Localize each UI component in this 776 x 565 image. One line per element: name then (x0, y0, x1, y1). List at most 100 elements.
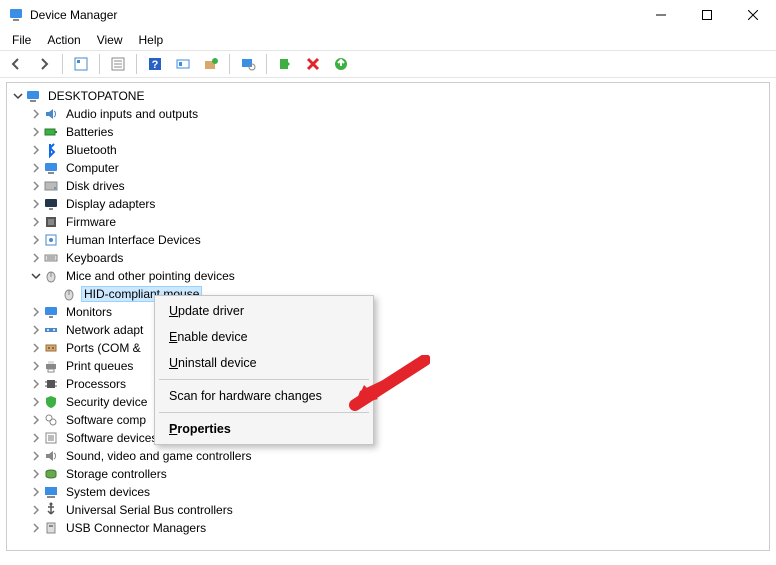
tree-item-label: Computer (63, 160, 122, 176)
properties-icon[interactable] (106, 52, 130, 76)
chevron-right-icon[interactable] (29, 215, 43, 229)
context-menu-item[interactable]: Enable device (155, 324, 373, 350)
chevron-right-icon[interactable] (29, 161, 43, 175)
chevron-right-icon[interactable] (29, 125, 43, 139)
tree-item-label: Batteries (63, 124, 116, 140)
tree-category[interactable]: Sound, video and game controllers (11, 447, 769, 465)
chevron-right-icon[interactable] (29, 449, 43, 463)
tree-category[interactable]: Keyboards (11, 249, 769, 267)
tree-category[interactable]: Computer (11, 159, 769, 177)
tree-item-label: Storage controllers (63, 466, 170, 482)
cpu-icon (43, 376, 59, 392)
chevron-right-icon[interactable] (29, 107, 43, 121)
scan-hardware-icon[interactable] (236, 52, 260, 76)
tree-item-label: Disk drives (63, 178, 128, 194)
firmware-icon (43, 214, 59, 230)
show-hide-tree-icon[interactable] (69, 52, 93, 76)
context-menu-item[interactable]: Update driver (155, 298, 373, 324)
tree-category[interactable]: System devices (11, 483, 769, 501)
menu-action[interactable]: Action (41, 31, 86, 49)
tree-item-label: USB Connector Managers (63, 520, 209, 536)
tree-item-label: Software comp (63, 412, 149, 428)
tree-item-label: Human Interface Devices (63, 232, 204, 248)
tree-item-label: Network adapt (63, 322, 146, 338)
back-icon[interactable] (4, 52, 28, 76)
chevron-right-icon[interactable] (29, 143, 43, 157)
tree-category[interactable]: Mice and other pointing devices (11, 267, 769, 285)
tree-item-label: Processors (63, 376, 129, 392)
soft-comp-icon (43, 412, 59, 428)
system-icon (43, 484, 59, 500)
chevron-right-icon[interactable] (29, 521, 43, 535)
chevron-right-icon[interactable] (29, 413, 43, 427)
port-icon (43, 340, 59, 356)
close-button[interactable] (730, 0, 776, 30)
tree-item-label: Print queues (63, 358, 136, 374)
tree-category[interactable]: Firmware (11, 213, 769, 231)
chevron-right-icon[interactable] (29, 503, 43, 517)
minimize-button[interactable] (638, 0, 684, 30)
app-icon (8, 7, 24, 23)
chevron-right-icon[interactable] (29, 395, 43, 409)
storage-icon (43, 466, 59, 482)
chevron-right-icon[interactable] (29, 197, 43, 211)
menu-view[interactable]: View (91, 31, 129, 49)
toolbar: ? (0, 50, 776, 78)
tree-category[interactable]: Display adapters (11, 195, 769, 213)
menu-help[interactable]: Help (133, 31, 170, 49)
tree-item-label: Mice and other pointing devices (63, 268, 238, 284)
chevron-right-icon[interactable] (29, 485, 43, 499)
chevron-right-icon[interactable] (29, 251, 43, 265)
tree-item-label: DESKTOPATONE (45, 88, 147, 104)
chevron-down-icon[interactable] (29, 269, 43, 283)
update-driver-icon[interactable] (199, 52, 223, 76)
maximize-button[interactable] (684, 0, 730, 30)
tree-category[interactable]: Software devices (11, 429, 769, 447)
status-bar (6, 551, 770, 565)
chevron-right-icon[interactable] (29, 179, 43, 193)
device-tree-panel: DESKTOPATONE Audio inputs and outputs Ba… (6, 82, 770, 551)
tree-category[interactable]: Disk drives (11, 177, 769, 195)
tree-category[interactable]: Storage controllers (11, 465, 769, 483)
menu-file[interactable]: File (6, 31, 37, 49)
tree-category[interactable]: Batteries (11, 123, 769, 141)
disable-icon[interactable] (301, 52, 325, 76)
toolbar-sep (229, 54, 230, 74)
chevron-right-icon[interactable] (29, 341, 43, 355)
disk-icon (43, 178, 59, 194)
chevron-right-icon[interactable] (29, 467, 43, 481)
tree-category[interactable]: Monitors (11, 303, 769, 321)
tree-category[interactable]: USB Connector Managers (11, 519, 769, 537)
tree-category[interactable]: Human Interface Devices (11, 231, 769, 249)
chevron-right-icon[interactable] (29, 323, 43, 337)
mouse-icon (61, 286, 77, 302)
hid-icon (43, 232, 59, 248)
tree-item-label: Firmware (63, 214, 119, 230)
chevron-right-icon[interactable] (29, 359, 43, 373)
help-icon[interactable]: ? (143, 52, 167, 76)
annotation-arrow (340, 355, 430, 428)
tree-device[interactable]: HID-compliant mouse (11, 285, 769, 303)
enable-icon[interactable] (329, 52, 353, 76)
legacy-hardware-icon[interactable] (171, 52, 195, 76)
context-menu-separator (159, 412, 369, 413)
chevron-right-icon[interactable] (29, 377, 43, 391)
chevron-right-icon[interactable] (29, 431, 43, 445)
forward-icon[interactable] (32, 52, 56, 76)
chevron-right-icon[interactable] (29, 233, 43, 247)
tree-category[interactable]: Network adapt (11, 321, 769, 339)
chevron-right-icon[interactable] (29, 305, 43, 319)
svg-text:?: ? (152, 59, 159, 71)
chevron-down-icon[interactable] (11, 89, 25, 103)
tree-item-label: System devices (63, 484, 153, 500)
tree-root[interactable]: DESKTOPATONE (11, 87, 769, 105)
tree-category[interactable]: Bluetooth (11, 141, 769, 159)
mouse-icon (43, 268, 59, 284)
uninstall-icon[interactable] (273, 52, 297, 76)
toolbar-sep (266, 54, 267, 74)
tree-category[interactable]: Universal Serial Bus controllers (11, 501, 769, 519)
speaker-icon (43, 106, 59, 122)
tree-category[interactable]: Audio inputs and outputs (11, 105, 769, 123)
tree-item-label: Monitors (63, 304, 115, 320)
window-controls (638, 0, 776, 30)
